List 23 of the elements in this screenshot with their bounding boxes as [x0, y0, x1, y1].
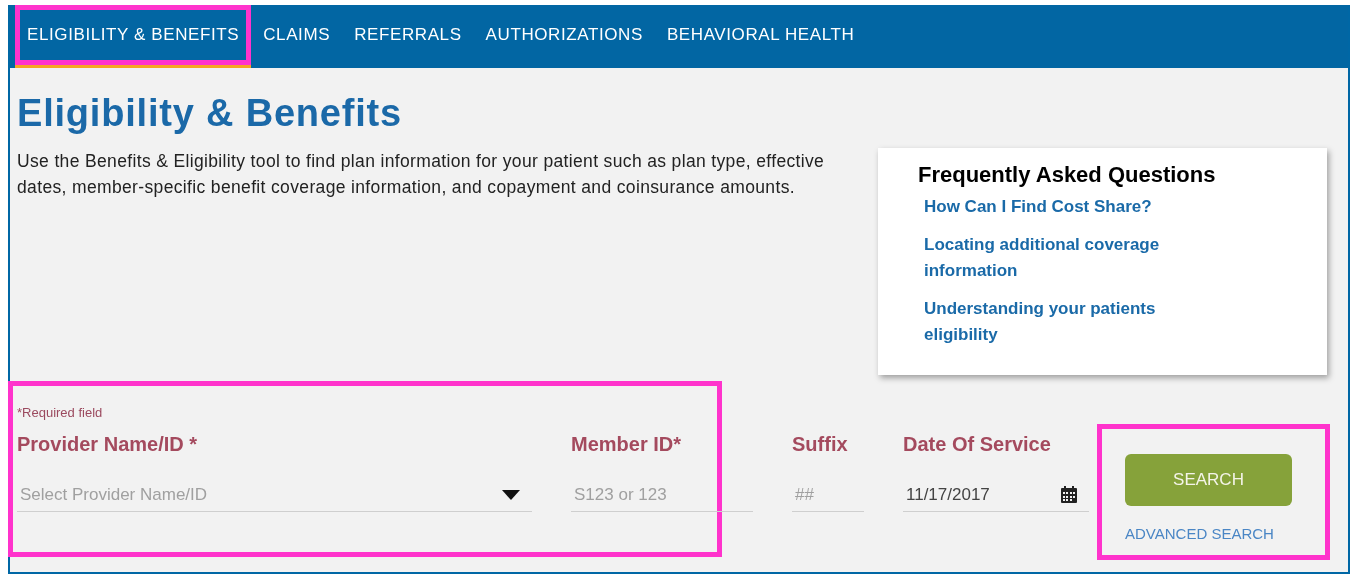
field-label: Date Of Service	[903, 433, 1051, 456]
required-note: *Required field	[17, 405, 103, 420]
page-title: Eligibility & Benefits	[17, 92, 402, 134]
provider-dropdown[interactable]: Select Provider Name/ID	[17, 478, 532, 512]
advanced-search-link[interactable]: ADVANCED SEARCH	[1125, 525, 1274, 542]
calendar-icon	[1061, 486, 1077, 503]
faq-title: Frequently Asked Questions	[918, 162, 1216, 187]
nav-tab[interactable]: REFERRALS	[342, 5, 474, 68]
field-label: Suffix	[792, 433, 848, 456]
faq-link[interactable]: Understanding your patients eligibility	[924, 296, 1224, 348]
field-label: Member ID*	[571, 433, 682, 456]
faq-link[interactable]: How Can I Find Cost Share?	[924, 194, 1224, 220]
caret-icon	[502, 490, 520, 500]
faq-link[interactable]: Locating additional coverage information	[924, 232, 1224, 284]
description-text: Use the Benefits & Eligibility tool to find plan information for your patient such as plan type, effective dates, member-specific benefit coverage information, and copayment and coinsurance amounts.	[17, 150, 826, 199]
nav-tab[interactable]: BEHAVIORAL HEALTH	[654, 5, 867, 68]
field-label: Provider Name/ID *	[17, 433, 198, 456]
date-field[interactable]: 11/17/2017	[903, 478, 1089, 512]
nav-tab[interactable]: CLAIMS	[251, 5, 343, 68]
nav-tab[interactable]: ELIGIBILITY & BENEFITS	[15, 5, 252, 68]
input-field[interactable]: ##	[792, 478, 864, 512]
input-field[interactable]: S123 or 123	[571, 478, 753, 512]
nav-tab[interactable]: AUTHORIZATIONS	[473, 5, 655, 68]
